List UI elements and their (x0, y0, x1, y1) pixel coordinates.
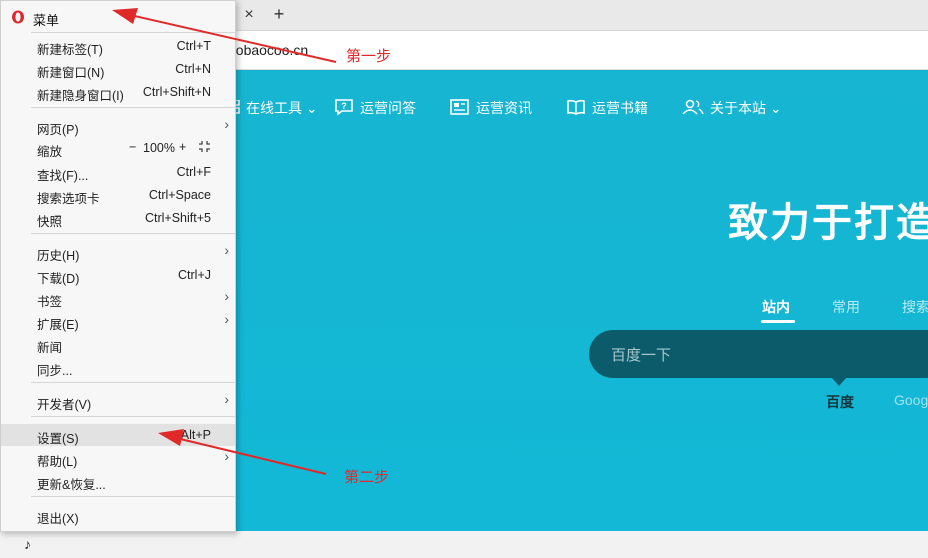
search-tab-site[interactable]: 站内 (762, 297, 790, 317)
nav-item-online-tools[interactable]: 在线工具 ⌄ (225, 96, 318, 120)
menu-item-downloads[interactable]: 下载(D) Ctrl+J (1, 264, 235, 286)
hero-headline: 致力于打造 (728, 201, 928, 245)
annotation-step2: 第二步 (344, 469, 390, 486)
url-text[interactable]: aobaocoo.cn (228, 42, 308, 58)
engine-baidu[interactable]: 百度 (826, 392, 854, 412)
zoom-level: 100% (143, 141, 175, 155)
menu-item-new-private-window[interactable]: 新建隐身窗口(I) Ctrl+Shift+N (1, 81, 235, 103)
menu-divider (31, 107, 235, 108)
chevron-right-icon: › (224, 391, 229, 407)
menu-item-page[interactable]: 网页(P) › (1, 115, 235, 137)
users-icon (682, 99, 710, 118)
menu-item-new-tab[interactable]: 新建标签(T) Ctrl+T (1, 35, 235, 57)
chevron-right-icon: › (224, 116, 229, 132)
menu-item-extensions[interactable]: 扩展(E) › (1, 310, 235, 332)
menu-item-find[interactable]: 查找(F)... Ctrl+F (1, 161, 235, 183)
menu-item-new-window[interactable]: 新建窗口(N) Ctrl+N (1, 58, 235, 80)
chevron-right-icon: › (224, 311, 229, 327)
menu-title: 菜单 (33, 13, 60, 28)
engine-pointer (832, 378, 846, 386)
menu-item-developer[interactable]: 开发者(V) › (1, 390, 235, 412)
menu-item-bookmarks[interactable]: 书签 › (1, 287, 235, 309)
menu-item-search-tabs[interactable]: 搜索选项卡 Ctrl+Space (1, 184, 235, 206)
active-tab-underline (761, 320, 795, 323)
new-tab-button[interactable]: + (270, 4, 288, 24)
menu-divider (31, 416, 235, 417)
question-icon: ? (334, 98, 360, 119)
nav-item-label: 运营问答 (360, 100, 416, 116)
menu-divider (31, 32, 235, 33)
chevron-right-icon: › (224, 448, 229, 464)
nav-item-label: 运营资讯 (476, 100, 532, 116)
nav-item-about[interactable]: 关于本站 ⌄ (682, 96, 782, 120)
bottom-bar (0, 531, 928, 558)
annotation-step1: 第一步 (346, 48, 392, 65)
chevron-right-icon: › (224, 242, 229, 258)
tab-close-button[interactable]: × (240, 6, 258, 24)
fullscreen-icon[interactable] (199, 141, 210, 155)
menu-divider (31, 496, 235, 497)
search-tab-search[interactable]: 搜索 (902, 297, 928, 317)
book-icon (566, 99, 592, 118)
search-box[interactable] (589, 330, 928, 380)
nav-item-label: 关于本站 ⌄ (710, 100, 782, 116)
menu-divider (31, 382, 235, 383)
menu-item-settings[interactable]: 设置(S) Alt+P (1, 424, 235, 446)
tiktok-icon[interactable]: ♪ (24, 536, 31, 552)
menu-item-history[interactable]: 历史(H) › (1, 241, 235, 263)
menu-item-news[interactable]: 新闻 (1, 333, 235, 355)
nav-item-books[interactable]: 运营书籍 (566, 96, 648, 120)
menu-item-exit[interactable]: 退出(X) (1, 504, 235, 526)
news-icon (450, 98, 476, 118)
svg-text:?: ? (341, 101, 347, 111)
menu-header[interactable]: 菜单 (1, 5, 235, 29)
menu-item-snapshot[interactable]: 快照 Ctrl+Shift+5 (1, 207, 235, 229)
search-tab-common[interactable]: 常用 (832, 297, 860, 317)
nav-item-news[interactable]: 运营资讯 (450, 96, 532, 120)
menu-item-sync[interactable]: 同步... (1, 356, 235, 378)
nav-item-label: 运营书籍 (592, 100, 648, 116)
search-input[interactable] (609, 330, 913, 380)
zoom-out-button[interactable]: − (129, 140, 136, 154)
chevron-right-icon: › (224, 288, 229, 304)
zoom-in-button[interactable]: + (179, 140, 186, 154)
engine-google[interactable]: Goog (894, 392, 928, 408)
menu-item-help[interactable]: 帮助(L) › (1, 447, 235, 469)
menu-divider (31, 233, 235, 234)
menu-item-update-recovery[interactable]: 更新&恢复... (1, 470, 235, 492)
nav-item-label: 在线工具 ⌄ (246, 100, 318, 116)
nav-item-qa[interactable]: ? 运营问答 (334, 96, 416, 120)
opera-main-menu: 菜单 新建标签(T) Ctrl+T 新建窗口(N) Ctrl+N 新建隐身窗口(… (0, 0, 236, 532)
opera-logo-icon (11, 10, 25, 24)
menu-item-zoom: 缩放 − 100% + (1, 137, 235, 159)
